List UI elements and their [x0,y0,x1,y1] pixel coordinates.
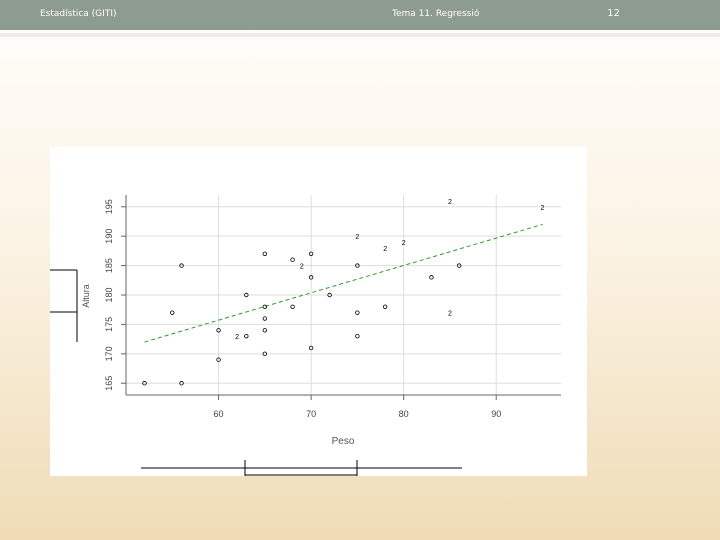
y-tick-label: 180 [104,287,114,302]
data-point [262,316,268,321]
data-point-multiplicity: 2 [448,311,452,318]
data-point [382,304,388,309]
x-tick-label: 60 [214,409,224,419]
data-point [262,328,268,333]
slide-page-number: 12 [607,8,620,19]
y-tick-label: 190 [104,229,114,244]
x-tick-label: 90 [491,409,501,419]
axes: 60 70 80 90 165 170 175 180 185 190 195 [104,195,561,419]
scatter-figure: 60 70 80 90 165 170 175 180 185 190 195 2 2 2 2 2 2 2 2 P… [50,147,587,476]
data-point [262,304,268,309]
slide-header-bar: Estadística (GITI) Tema 11. Regressió 12 [0,0,720,30]
data-point [355,333,360,339]
data-point [170,310,175,315]
data-point-multiplicity: 2 [300,264,304,271]
data-points: 2 2 2 2 2 2 2 2 [142,199,545,386]
slide-header-course: Estadística (GITI) [40,9,117,19]
y-tick-label: 170 [104,346,114,361]
data-point-multiplicity: 2 [383,246,387,253]
data-point-multiplicity: 2 [402,240,406,247]
data-point [429,275,434,280]
data-point-multiplicity: 2 [235,334,239,341]
data-point-multiplicity: 2 [355,234,359,241]
header-divider [0,33,720,37]
y-tick-label: 165 [104,376,114,391]
x-tick-label: 70 [306,409,316,419]
slide-header-topic: Tema 11. Regressió [392,9,480,19]
x-axis-label: Peso [332,436,355,447]
data-point [290,257,295,262]
data-point [355,310,360,315]
data-point [290,304,295,309]
y-tick-label: 185 [104,258,114,273]
data-point [244,333,249,339]
x-tick-label: 80 [399,409,409,419]
data-point [262,251,268,257]
scatter-plot: 60 70 80 90 165 170 175 180 185 190 195 2 2 2 2 2 2 2 2 P… [50,195,561,476]
y-axis-label: Altura [81,284,91,308]
data-point-multiplicity: 2 [541,205,545,212]
y-tick-label: 195 [104,199,114,214]
grid-lines [126,195,561,395]
data-point-multiplicity: 2 [448,199,452,206]
y-tick-label: 175 [104,317,114,332]
